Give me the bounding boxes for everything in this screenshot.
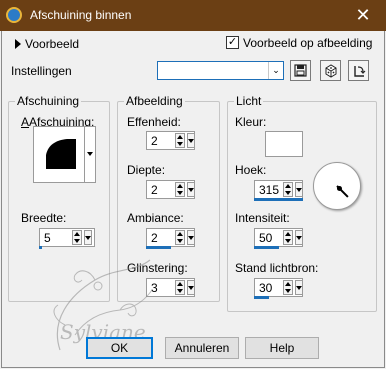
ambience-spin-arrows[interactable] xyxy=(175,230,185,245)
smoothness-value: 2 xyxy=(151,134,158,148)
image-group-title: Afbeelding xyxy=(124,94,185,108)
elevation-spin-arrows[interactable] xyxy=(283,280,293,295)
depth-spin-arrows[interactable] xyxy=(175,182,185,197)
width-spin-arrows[interactable] xyxy=(72,230,82,245)
ambience-spinbox[interactable]: 2 xyxy=(146,228,195,247)
smoothness-spinbox[interactable]: 2 xyxy=(146,131,195,150)
depth-label: Diepte: xyxy=(127,163,166,177)
random-preset-button[interactable] xyxy=(320,60,341,81)
light-group-title: Licht xyxy=(234,94,264,108)
elevation-dropdown[interactable] xyxy=(295,280,303,295)
smoothness-dropdown[interactable] xyxy=(187,133,195,148)
depth-value: 2 xyxy=(151,183,158,197)
angle-dropdown[interactable] xyxy=(295,182,303,197)
chevron-down-icon[interactable]: ⌄ xyxy=(268,62,283,79)
angle-dial-icon xyxy=(336,185,349,198)
elevation-slider[interactable] xyxy=(254,296,269,299)
app-icon xyxy=(6,7,22,23)
cancel-button[interactable]: Annuleren xyxy=(165,337,239,359)
save-icon xyxy=(294,64,307,77)
elevation-label: Stand lichtbron: xyxy=(235,261,319,275)
depth-spinbox[interactable]: 2 xyxy=(146,180,195,199)
bevel-group-title: Afschuining xyxy=(15,94,82,108)
ambience-slider[interactable] xyxy=(146,246,171,249)
light-color-swatch[interactable] xyxy=(265,131,303,157)
intensity-label: Intensiteit: xyxy=(235,211,290,225)
bevel-shape-preview[interactable] xyxy=(33,126,90,183)
angle-spin-arrows[interactable] xyxy=(283,182,293,197)
ok-button[interactable]: OK xyxy=(86,337,153,359)
dice-icon xyxy=(325,63,336,78)
preview-on-image-checkbox[interactable]: ✓ xyxy=(226,36,239,49)
help-button[interactable]: Help xyxy=(245,337,319,359)
elevation-value: 30 xyxy=(259,281,273,295)
preview-expander-label[interactable]: Voorbeeld xyxy=(25,37,79,51)
reset-preset-button[interactable] xyxy=(348,60,369,81)
check-icon: ✓ xyxy=(227,36,238,48)
width-slider[interactable] xyxy=(39,246,42,249)
chevron-down-icon xyxy=(87,152,93,156)
color-label: Kleur: xyxy=(235,115,267,129)
ambience-value: 2 xyxy=(151,231,158,245)
angle-spinbox[interactable]: 315 xyxy=(254,180,303,199)
intensity-slider[interactable] xyxy=(254,246,279,249)
width-value: 5 xyxy=(44,231,51,245)
intensity-value: 50 xyxy=(259,231,273,245)
elevation-spinbox[interactable]: 30 xyxy=(254,278,303,297)
settings-combo[interactable]: ⌄ xyxy=(157,61,284,80)
smoothness-spin-arrows[interactable] xyxy=(175,133,185,148)
preview-on-image-label: Voorbeeld op afbeelding xyxy=(243,36,373,50)
smoothness-label: Effenheid: xyxy=(127,115,181,129)
title-bar: Afschuining binnen ✕ xyxy=(0,0,386,31)
window-title: Afschuining binnen xyxy=(30,8,132,22)
angle-slider[interactable] xyxy=(254,198,303,201)
ambience-dropdown[interactable] xyxy=(187,230,195,245)
depth-dropdown[interactable] xyxy=(187,182,195,197)
angle-value: 315 xyxy=(259,183,280,197)
width-spinbox[interactable]: 5 xyxy=(39,228,95,247)
bevel-shape-icon xyxy=(46,139,76,169)
expand-arrow-icon[interactable] xyxy=(15,39,21,49)
close-button[interactable]: ✕ xyxy=(340,0,386,31)
intensity-spin-arrows[interactable] xyxy=(283,230,293,245)
width-label: Breedte: xyxy=(21,211,67,225)
intensity-spinbox[interactable]: 50 xyxy=(254,228,303,247)
reset-icon xyxy=(353,65,365,77)
settings-label: Instellingen xyxy=(11,64,72,78)
bevel-shape-dropdown[interactable] xyxy=(84,126,96,183)
intensity-dropdown[interactable] xyxy=(295,230,303,245)
width-dropdown[interactable] xyxy=(84,230,92,245)
save-preset-button[interactable] xyxy=(290,60,311,81)
angle-label: Hoek: xyxy=(235,163,267,177)
angle-dial[interactable] xyxy=(313,162,361,210)
ambience-label: Ambiance: xyxy=(127,211,184,225)
